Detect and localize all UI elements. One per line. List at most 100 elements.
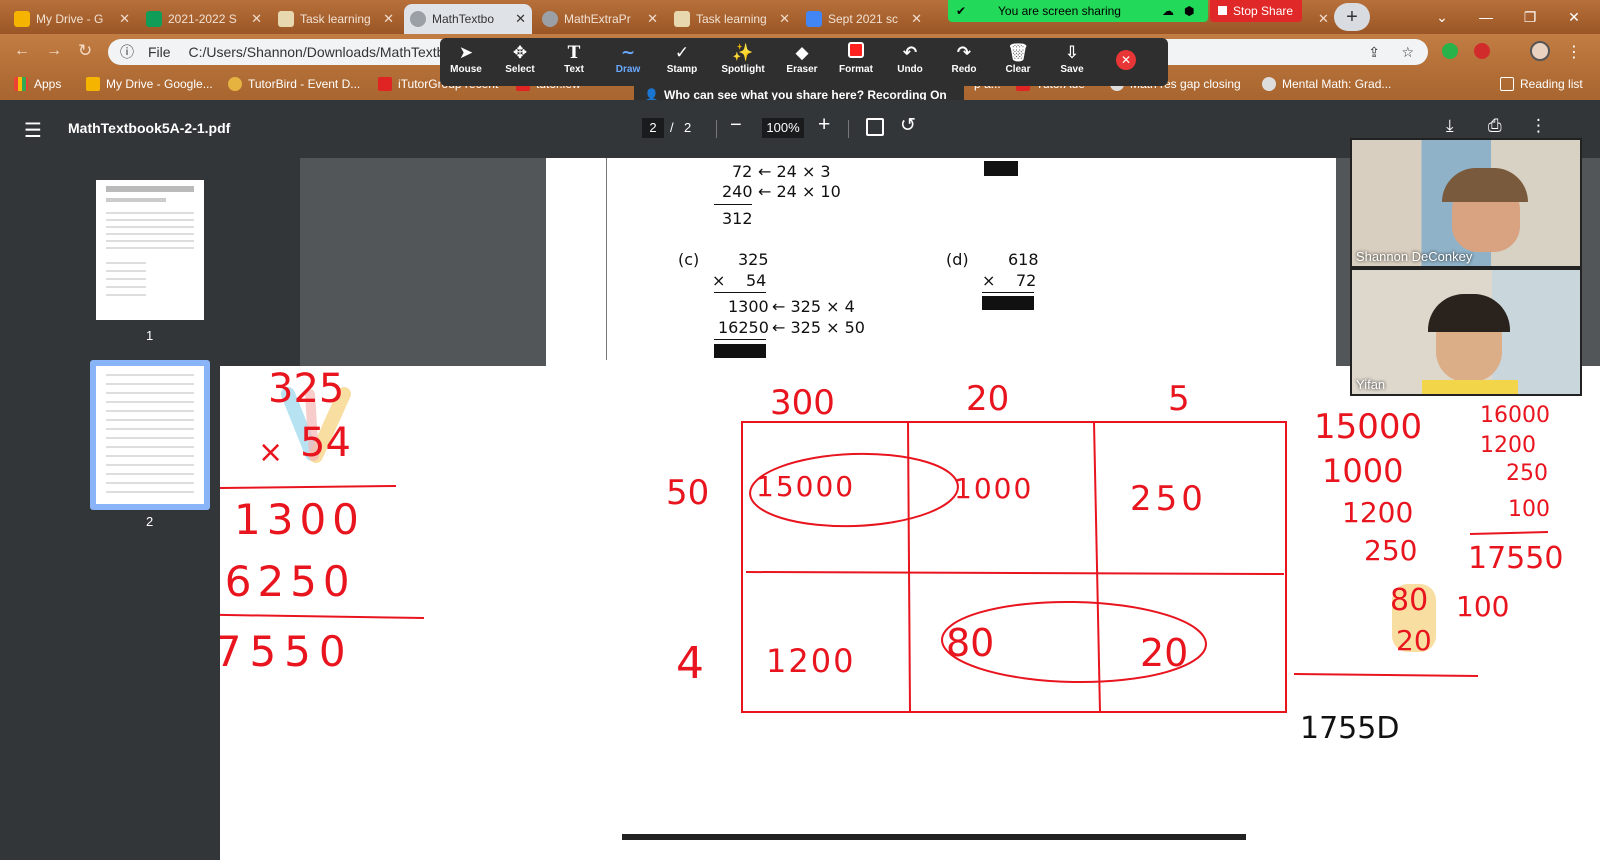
stamp-tool[interactable]: ✓ Stamp — [656, 42, 708, 75]
margin-rule — [606, 158, 607, 360]
close-icon[interactable]: ✕ — [251, 11, 262, 27]
tab-2[interactable]: Task learning ✕ — [272, 4, 400, 34]
download-icon[interactable]: ⤓ — [1446, 116, 1454, 136]
close-icon[interactable]: ✕ — [911, 11, 922, 27]
menu-icon[interactable]: ⋮ — [1566, 42, 1582, 62]
drive-icon — [14, 11, 30, 27]
clear-tool[interactable]: 🗑 Clear — [992, 42, 1044, 75]
mouse-tool[interactable]: ➤ Mouse — [440, 42, 492, 75]
tool-label: Select — [505, 64, 535, 75]
zoom-level-input[interactable]: 100% — [762, 118, 804, 138]
pdf-filename: MathTextbook5A-2-1.pdf — [68, 120, 231, 136]
doc-icon — [674, 11, 690, 27]
close-icon[interactable]: ✕ — [647, 11, 658, 27]
wand-icon: ✨ — [732, 43, 754, 62]
draw-tool[interactable]: ∼ Draw — [602, 42, 654, 75]
fit-page-icon[interactable] — [866, 118, 884, 136]
page-number-input[interactable]: 2 — [642, 118, 664, 138]
left-partial-2: 16250 — [220, 557, 356, 606]
tab-title: Task learning — [696, 12, 767, 26]
tab-5[interactable]: Task learning ✕ — [668, 4, 796, 34]
more-options-icon[interactable]: ⋮ — [1530, 116, 1547, 136]
close-icon[interactable]: ✕ — [515, 11, 526, 27]
grid-col-header: 300 — [770, 383, 835, 423]
tab-6[interactable]: Sept 2021 sc ✕ — [800, 4, 928, 34]
sum-col1-partial: 100 — [1456, 590, 1509, 623]
spotlight-tool[interactable]: ✨ Spotlight — [712, 42, 774, 75]
close-icon[interactable]: ✕ — [119, 11, 130, 27]
close-icon[interactable]: ✕ — [383, 11, 394, 27]
reading-list-icon — [1500, 77, 1514, 91]
video-tile-teacher[interactable]: Shannon DeConkey — [1350, 138, 1582, 268]
back-icon[interactable]: ← — [14, 42, 30, 60]
window-close-button[interactable]: ✕ — [1552, 2, 1596, 32]
profile-avatar[interactable] — [1530, 41, 1550, 61]
tab-0[interactable]: My Drive - G ✕ — [8, 4, 136, 34]
format-tool[interactable]: Format — [830, 42, 882, 75]
undo-tool[interactable]: ↶ Undo — [884, 42, 936, 75]
reload-icon[interactable]: ↻ — [78, 41, 92, 61]
tool-label: Text — [564, 64, 584, 75]
extension-icon[interactable] — [1442, 43, 1458, 59]
handwriting-canvas[interactable]: 1 2 325 × 54 1300 + 16250 17550 300 20 5… — [220, 366, 1600, 860]
left-multiplicand: 325 — [268, 366, 344, 412]
tab-close-extra[interactable]: ✕ — [1306, 4, 1334, 34]
tab-title: MathExtraPr — [564, 12, 631, 26]
print-icon[interactable]: ⎙ — [1488, 116, 1502, 136]
pdf-page: 72 ← 24 × 3 240 ← 24 × 10 312 (c) 325 × … — [546, 158, 1336, 368]
zoom-out-icon[interactable]: − — [730, 114, 742, 137]
undo-icon: ↶ — [902, 43, 918, 62]
tool-label: Clear — [1005, 64, 1031, 75]
c-note-1: ← 325 × 4 — [772, 297, 855, 316]
page-thumbnail-2[interactable] — [96, 366, 204, 504]
star-icon[interactable]: ☆ — [1401, 39, 1414, 65]
close-icon[interactable]: ✕ — [779, 11, 790, 27]
bookmark-apps[interactable]: Apps — [14, 77, 61, 91]
redacted-answer — [714, 344, 766, 358]
globe-icon — [1262, 77, 1276, 91]
hamburger-icon[interactable]: ☰ — [24, 118, 42, 143]
tool-label: Eraser — [786, 64, 818, 75]
video-tile-student[interactable]: Yifan — [1350, 268, 1582, 396]
page-thumbnail-1[interactable] — [96, 180, 204, 320]
save-tool[interactable]: ⇩ Save — [1046, 42, 1098, 75]
text-tool[interactable]: T Text — [548, 42, 600, 75]
info-icon[interactable]: ⓘ — [120, 39, 134, 65]
tool-label: Redo — [951, 64, 977, 75]
bookmark-drive[interactable]: My Drive - Google... — [86, 77, 213, 91]
tab-3[interactable]: MathTextbo ✕ — [404, 4, 532, 34]
cursor-icon: ➤ — [458, 43, 474, 62]
new-tab-button[interactable]: + — [1334, 3, 1370, 31]
redo-tool[interactable]: ↷ Redo — [938, 42, 990, 75]
share-icon[interactable]: ⇪ — [1368, 39, 1380, 65]
reading-list[interactable]: Reading list — [1500, 77, 1583, 91]
annotation-whiteboard[interactable]: 1 2 325 × 54 1300 + 16250 17550 300 20 5… — [220, 366, 1600, 860]
rotate-icon[interactable]: ↺ — [900, 114, 916, 137]
bookmark-label: Mental Math: Grad... — [1282, 77, 1392, 91]
close-annotation-button[interactable]: ✕ — [1116, 50, 1136, 70]
trash-icon: 🗑 — [1007, 43, 1029, 62]
close-icon[interactable]: ✕ — [1318, 11, 1329, 27]
ublock-icon[interactable] — [1474, 43, 1490, 59]
forward-icon[interactable]: → — [46, 42, 62, 60]
horizontal-scrollbar[interactable] — [622, 834, 1246, 840]
tab-1[interactable]: 2021-2022 S ✕ — [140, 4, 268, 34]
stop-share-button[interactable]: Stop Share — [1210, 0, 1302, 22]
zoom-in-icon[interactable]: + — [818, 113, 830, 137]
sum-col1-item: 20 — [1396, 624, 1432, 657]
bookmark-tutorbird[interactable]: TutorBird - Event D... — [228, 77, 360, 91]
d-label: (d) — [946, 250, 969, 269]
c-bottom: 54 — [746, 271, 767, 290]
grid-cell: 1200 — [766, 642, 855, 680]
grid-row-header: 4 — [676, 638, 704, 689]
select-tool[interactable]: ✥ Select — [494, 42, 546, 75]
eraser-tool[interactable]: ◆ Eraser — [776, 42, 828, 75]
bookmark-label: Reading list — [1520, 77, 1583, 91]
bookmark-mental-math[interactable]: Mental Math: Grad... — [1262, 77, 1391, 91]
maximize-button[interactable]: ❐ — [1508, 2, 1552, 32]
tab-title: Sept 2021 sc — [828, 12, 899, 26]
tab-search-icon[interactable]: ⌄ — [1420, 2, 1464, 32]
grid-divider — [907, 421, 911, 713]
minimize-button[interactable]: — — [1464, 2, 1508, 32]
tab-4[interactable]: MathExtraPr ✕ — [536, 4, 664, 34]
